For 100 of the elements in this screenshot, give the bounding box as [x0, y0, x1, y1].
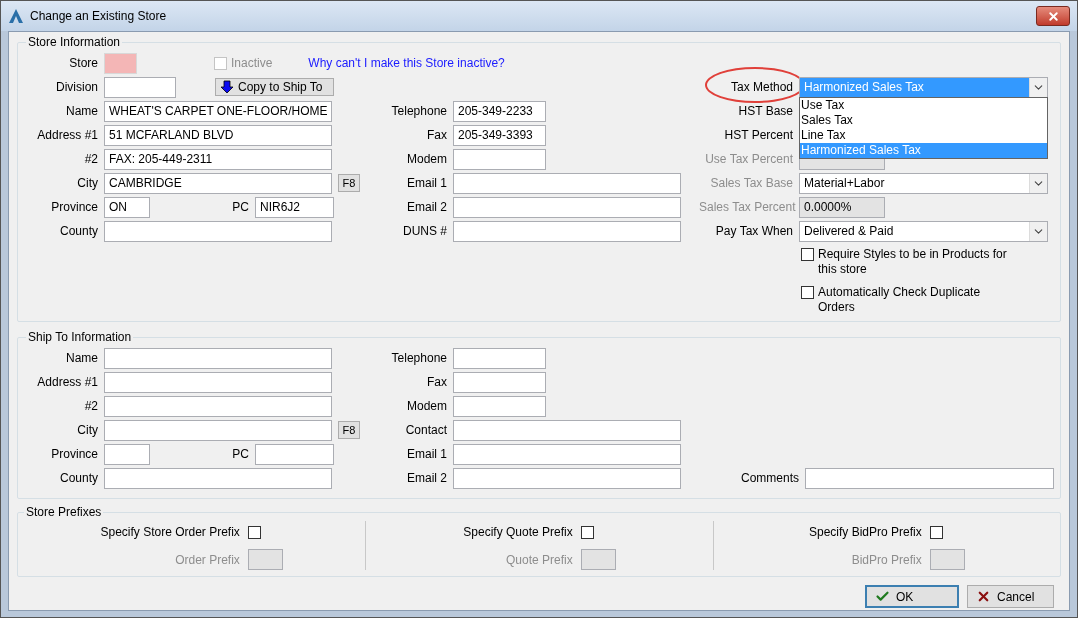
field-label: Modem	[406, 151, 448, 168]
checkbox-label: Inactive	[231, 55, 273, 72]
input-field[interactable]	[805, 467, 1054, 489]
ok-button[interactable]: OK	[865, 585, 959, 608]
field-label: Address #1	[36, 374, 99, 391]
field-label: Sales Tax Base	[709, 175, 794, 192]
field-label: Pay Tax When	[714, 223, 794, 240]
field-label: #2	[83, 398, 99, 415]
check-icon	[875, 589, 890, 604]
field-label: Store	[68, 55, 99, 72]
chevron-down-icon[interactable]	[1029, 221, 1047, 241]
checkbox-label: Automatically Check Duplicate Orders	[818, 285, 982, 315]
checkbox[interactable]	[801, 286, 814, 299]
window-title: Change an Existing Store	[30, 8, 167, 25]
input-field[interactable]	[255, 443, 334, 465]
color-swatch	[104, 52, 137, 74]
input-field[interactable]	[453, 172, 681, 194]
chevron-down-icon[interactable]	[1029, 77, 1047, 97]
field-label: Email 1	[406, 446, 448, 463]
field-label: Telephone	[390, 350, 448, 367]
input-field[interactable]	[104, 371, 332, 393]
checkbox-label: Specify Quote Prefix	[463, 524, 573, 541]
field-label: Order Prefix	[174, 551, 240, 569]
dropdown-option[interactable]: Line Tax	[800, 127, 1047, 143]
field-label: County	[58, 223, 99, 240]
group-title: Store Prefixes	[25, 504, 103, 521]
close-button[interactable]	[1036, 6, 1070, 26]
field-label: Sales Tax Percent	[699, 199, 797, 216]
field-label: Modem	[406, 398, 448, 415]
checkbox-label: Specify Store Order Prefix	[100, 524, 240, 541]
input-field[interactable]	[580, 549, 616, 570]
input-field[interactable]	[104, 467, 332, 489]
input-field[interactable]	[104, 395, 332, 417]
field-label: PC	[231, 199, 250, 216]
checkbox-label: Require Styles to be in Products for this store	[818, 247, 1008, 277]
field-label: Telephone	[390, 103, 448, 120]
field-label: Address #1	[36, 127, 99, 144]
cancel-button[interactable]: Cancel	[967, 585, 1054, 608]
input-field[interactable]: ON	[104, 196, 150, 218]
field-label: Name	[65, 350, 99, 367]
field-label: Email 2	[406, 199, 448, 216]
input-field[interactable]	[104, 419, 332, 441]
input-field[interactable]	[453, 196, 681, 218]
lookup-button[interactable]: F8	[338, 421, 360, 439]
dropdown-option[interactable]: Use Tax	[800, 97, 1047, 113]
field-label: Comments	[740, 470, 800, 487]
input-field[interactable]	[453, 443, 681, 465]
field-label: BidPro Prefix	[850, 551, 922, 569]
group-title: Store Information	[27, 34, 122, 51]
input-field[interactable]	[453, 395, 546, 417]
field-label: Province	[50, 199, 99, 216]
input-field[interactable]: CAMBRIDGE	[104, 172, 332, 194]
field-label: Use Tax Percent	[704, 151, 794, 168]
input-field[interactable]	[453, 347, 546, 369]
field-label: Province	[50, 446, 99, 463]
field-label: Quote Prefix	[505, 551, 573, 569]
input-field[interactable]: NIR6J2	[255, 196, 334, 218]
arrow-down-icon	[220, 80, 234, 94]
input-field[interactable]: 205-349-2233	[453, 100, 546, 122]
field-label: Tax Method	[730, 80, 793, 94]
input-field[interactable]	[453, 371, 546, 393]
field-label: Fax	[426, 127, 448, 144]
checkbox[interactable]	[801, 248, 814, 261]
lookup-button[interactable]: F8	[338, 174, 360, 192]
help-link[interactable]: Why can't I make this Store inactive?	[308, 54, 505, 72]
input-field[interactable]: 51 MCFARLAND BLVD	[104, 124, 332, 146]
copy-button[interactable]: Copy to Ship To	[215, 78, 334, 96]
field-label: HST Base	[737, 103, 794, 120]
input-field[interactable]	[104, 443, 150, 465]
field-label: #2	[83, 151, 99, 168]
input-field[interactable]	[929, 549, 965, 570]
field-label: Email 1	[406, 175, 448, 192]
field-label: Email 2	[406, 470, 448, 487]
input-field[interactable]	[453, 220, 681, 242]
field-label: HST Percent	[723, 127, 794, 144]
input-field[interactable]	[104, 347, 332, 369]
input-field[interactable]	[453, 419, 681, 441]
field-label: Name	[65, 103, 99, 120]
input-field[interactable]	[453, 148, 546, 170]
input-field[interactable]	[247, 549, 283, 570]
field-label: Fax	[426, 374, 448, 391]
input-field[interactable]	[104, 76, 176, 98]
field-label: County	[58, 470, 99, 487]
logo-icon	[8, 8, 24, 24]
checkbox-label: Specify BidPro Prefix	[808, 524, 922, 541]
chevron-down-icon[interactable]	[1029, 173, 1047, 193]
dropdown[interactable]: Delivered & Paid	[799, 220, 1048, 242]
dropdown-option[interactable]: Sales Tax	[800, 112, 1047, 128]
x-icon	[976, 589, 991, 604]
close-icon	[1046, 9, 1060, 23]
field-label: PC	[231, 446, 250, 463]
input-field[interactable]: WHEAT'S CARPET ONE-FLOOR/HOME	[104, 100, 332, 122]
field-label: Division	[55, 79, 99, 96]
field-label: Contact	[404, 422, 448, 439]
input-field[interactable]: FAX: 205-449-2311	[104, 148, 332, 170]
input-field[interactable]	[453, 467, 681, 489]
field-label: City	[76, 175, 99, 192]
input-field[interactable]	[104, 220, 332, 242]
input-field[interactable]: 205-349-3393	[453, 124, 546, 146]
field-label: DUNS #	[402, 223, 448, 240]
